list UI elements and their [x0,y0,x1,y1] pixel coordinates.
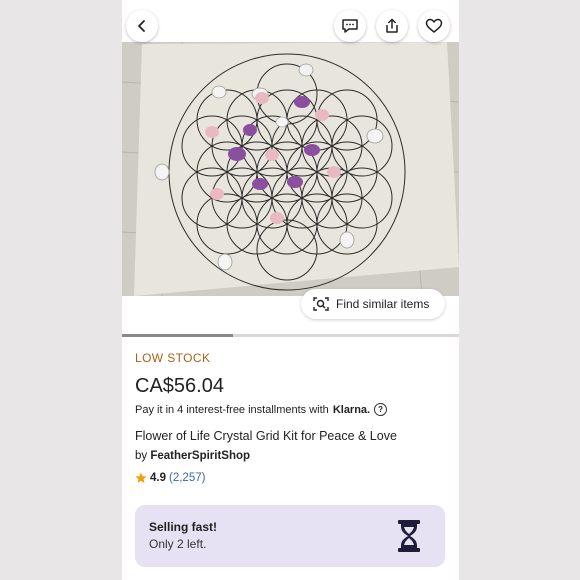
top-bar [122,0,459,52]
rating-score: 4.9 [150,472,166,484]
notice-title: Selling fast! [149,520,218,534]
star-icon [135,472,147,483]
klarna-text: Pay it in 4 interest-free installments w… [135,403,329,416]
klarna-installments[interactable]: Pay it in 4 interest-free installments w… [135,403,388,416]
shop-name-link[interactable]: FeatherSpiritShop [150,450,250,462]
rating-summary[interactable]: 4.9 (2,257) [135,472,205,484]
message-icon [342,19,358,33]
chevron-left-icon [138,20,145,32]
price: CA$56.04 [135,375,224,397]
back-button[interactable] [126,10,158,42]
find-similar-label: Find similar items [336,297,430,311]
product-title: Flower of Life Crystal Grid Kit for Peac… [135,429,397,443]
find-similar-button[interactable]: Find similar items [301,289,445,319]
stock-badge: LOW STOCK [135,351,211,365]
klarna-brand: Klarna. [332,403,371,416]
selling-fast-notice: Selling fast! Only 2 left. [135,505,445,567]
share-icon [386,18,398,33]
shop-byline: by FeatherSpiritShop [135,450,250,462]
visual-search-icon [313,297,329,311]
by-prefix: by [135,450,148,462]
share-button[interactable] [376,10,408,42]
review-count-link[interactable]: (2,257) [169,472,205,484]
product-page: Find similar items LOW STOCK CA$56.04 Pa… [122,0,459,580]
favorite-button[interactable] [418,10,450,42]
hourglass-icon [398,520,420,552]
help-icon[interactable]: ? [374,403,388,416]
heart-icon [425,18,443,33]
notice-subtitle: Only 2 left. [149,537,207,551]
image-progress-fill [122,334,234,337]
message-button[interactable] [334,10,366,42]
product-photo[interactable] [122,42,459,296]
image-progress-bar [122,334,459,337]
